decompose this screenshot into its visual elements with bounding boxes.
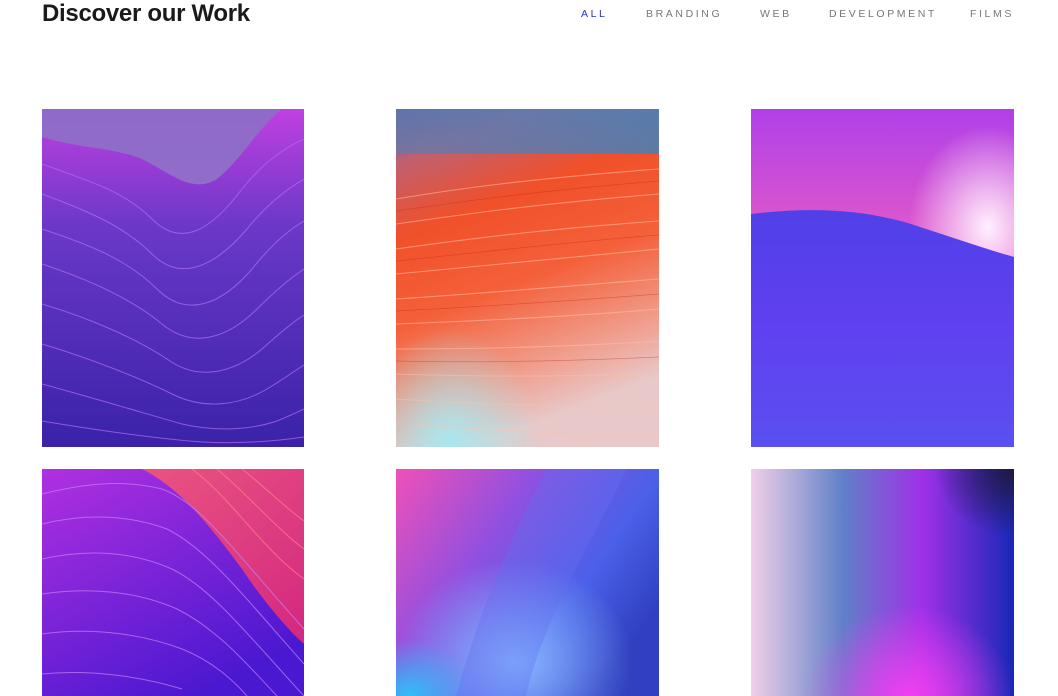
filter-development[interactable]: DEVELOPMENT (829, 7, 937, 21)
portfolio-item-1[interactable] (42, 109, 304, 447)
filter-branding[interactable]: BRANDING (646, 7, 722, 21)
portfolio-image-6 (751, 469, 1014, 696)
portfolio-item-5[interactable] (396, 469, 659, 696)
portfolio-filter-nav: ALL BRANDING WEB DEVELOPMENT FILMS (0, 7, 1058, 21)
portfolio-image-4 (42, 469, 304, 696)
filter-web[interactable]: WEB (760, 7, 792, 21)
portfolio-image-5 (396, 469, 659, 696)
filter-all[interactable]: ALL (581, 7, 607, 21)
portfolio-item-2[interactable] (396, 109, 659, 447)
portfolio-item-6[interactable] (751, 469, 1014, 696)
portfolio-image-1 (42, 109, 304, 447)
filter-films[interactable]: FILMS (970, 7, 1014, 21)
portfolio-item-4[interactable] (42, 469, 304, 696)
portfolio-image-3 (751, 109, 1014, 447)
portfolio-item-3[interactable] (751, 109, 1014, 447)
portfolio-image-2 (396, 109, 659, 447)
